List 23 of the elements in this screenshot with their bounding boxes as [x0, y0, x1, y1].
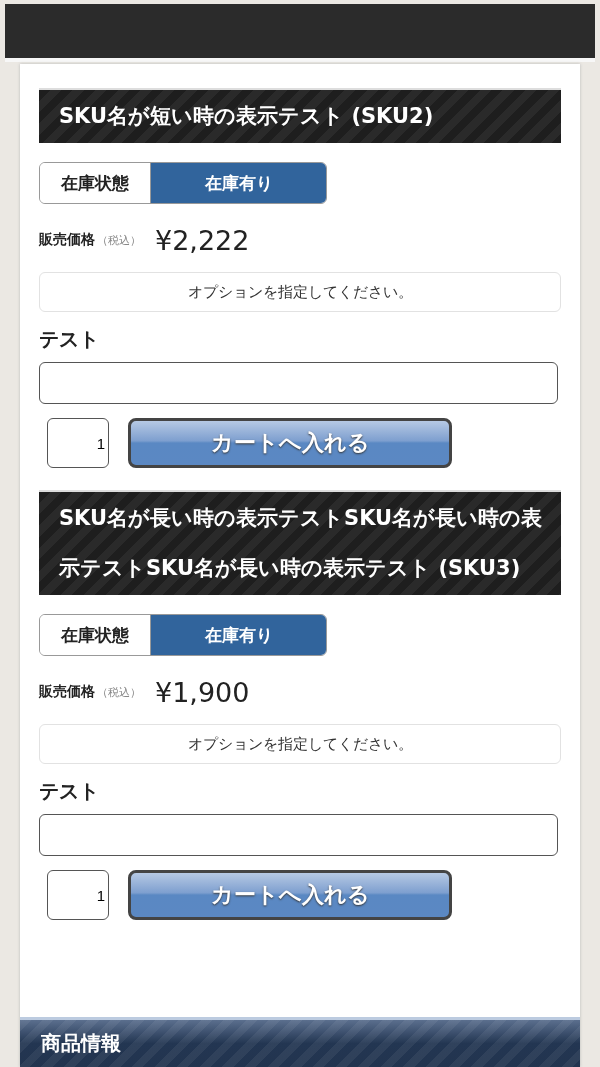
tax-note: （税込） — [97, 684, 141, 700]
price: ¥1,900 — [155, 676, 250, 708]
stock-status: 在庫有り — [151, 163, 326, 203]
add-to-cart-button[interactable]: カートへ入れる — [128, 870, 452, 920]
price: ¥2,222 — [155, 224, 250, 256]
option-label: テスト — [39, 326, 100, 352]
section-header: 商品情報 — [20, 1017, 580, 1067]
option-label: テスト — [39, 778, 100, 804]
stock-label: 在庫状態 — [40, 615, 151, 655]
input-field[interactable] — [39, 362, 558, 404]
product-title: SKU名が短い時の表示テスト (SKU2) — [39, 88, 561, 143]
option-notice: オプションを指定してください。 — [39, 272, 561, 312]
stock-status: 在庫有り — [151, 615, 326, 655]
quantity-field[interactable]: 1 — [47, 870, 109, 920]
product-title: SKU名が長い時の表示テストSKU名が長い時の表示テストSKU名が長い時の表示テスト (SKU3) — [39, 490, 561, 595]
price-label: 販売価格 — [39, 683, 95, 701]
option-notice: オプションを指定してください。 — [39, 724, 561, 764]
tax-note: （税込） — [97, 232, 141, 248]
stock-label: 在庫状態 — [40, 163, 151, 203]
quantity-field[interactable]: 1 — [47, 418, 109, 468]
add-to-cart-button[interactable]: カートへ入れる — [128, 418, 452, 468]
input-field[interactable] — [39, 814, 558, 856]
price-label: 販売価格 — [39, 231, 95, 249]
